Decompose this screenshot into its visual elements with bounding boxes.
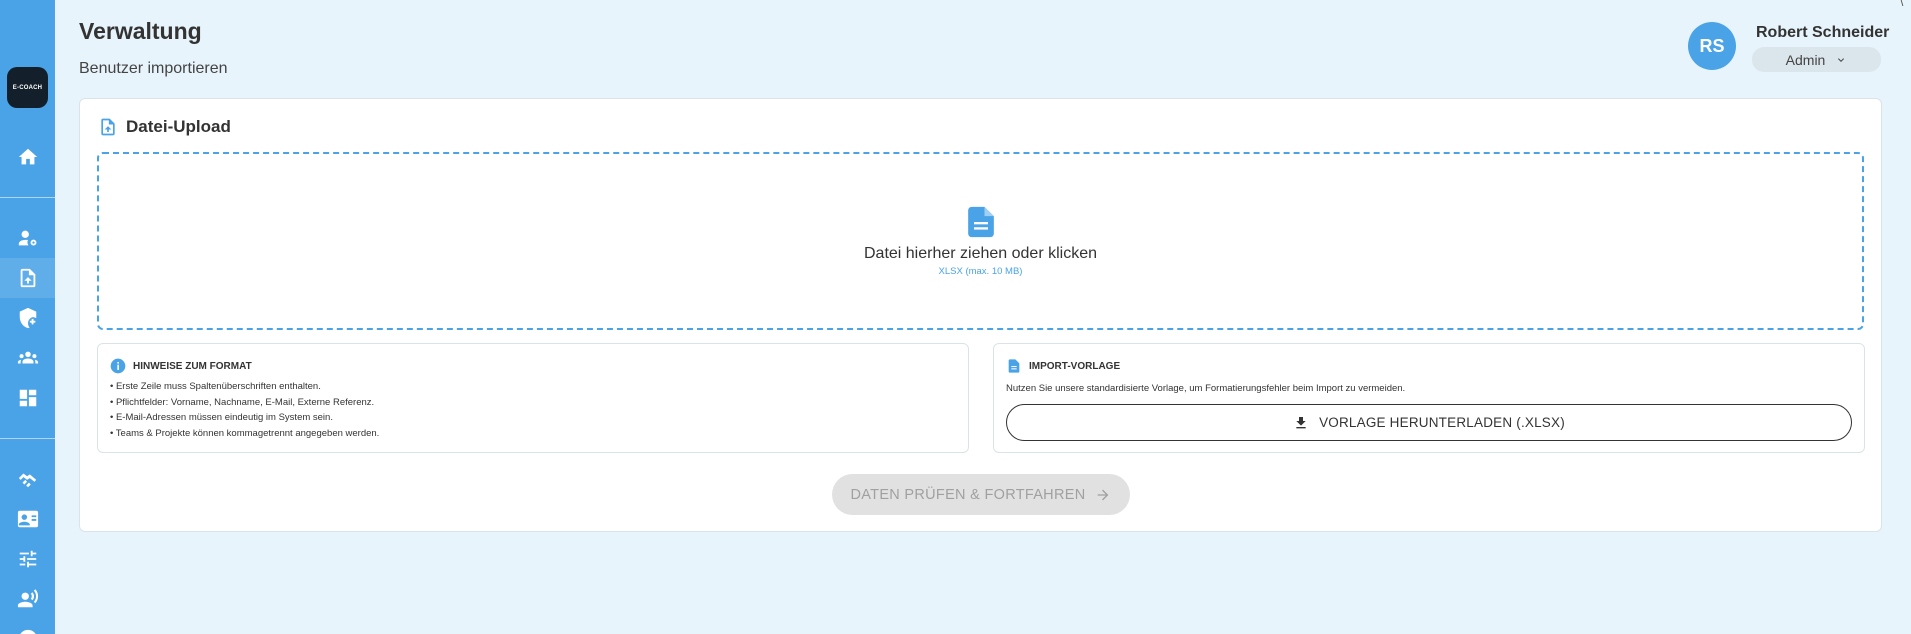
file-upload-icon [101, 118, 115, 136]
download-template-button[interactable]: VORLAGE HERUNTERLADEN (.XLSX) [1006, 404, 1852, 441]
sidebar-divider [0, 197, 55, 198]
format-hints-label: HINWEISE ZUM FORMAT [133, 360, 252, 372]
home-icon [18, 148, 37, 165]
submit-label: DATEN PRÜFEN & FORTFAHREN [850, 486, 1086, 503]
sidebar-item-settings[interactable] [0, 539, 55, 579]
dashboard-icon [19, 389, 36, 407]
user-settings-icon [18, 230, 36, 246]
sidebar-item-help[interactable] [0, 619, 55, 634]
import-template-description: Nutzen Sie unsere standardisierte Vorlag… [1006, 383, 1406, 394]
format-hints-list: • Erste Zeile muss Spaltenüberschriften … [110, 379, 379, 441]
list-item: • Pflichtfelder: Vorname, Nachname, E-Ma… [110, 396, 375, 408]
sidebar-item-user-settings[interactable] [0, 218, 55, 258]
sidebar-item-coaching[interactable] [0, 459, 55, 499]
dropzone-hint: XLSX (max. 10 MB) [938, 266, 1023, 277]
sidebar-item-roles[interactable] [0, 298, 55, 338]
sidebar-item-contacts[interactable] [0, 499, 55, 539]
file-upload-icon [20, 268, 35, 288]
page-title: Verwaltung [79, 18, 202, 44]
sidebar-divider [0, 438, 55, 439]
card-title-label: Datei-Upload [126, 117, 231, 136]
arrow-right-icon [1098, 489, 1109, 500]
download-template-label: VORLAGE HERUNTERLADEN (.XLSX) [1319, 415, 1565, 430]
app-logo[interactable]: E-COACH [7, 67, 48, 108]
card-title: Datei-Upload [98, 116, 231, 138]
role-select[interactable]: Admin [1752, 47, 1881, 72]
sidebar: E-COACH [0, 0, 55, 634]
page-subtitle: Benutzer importieren [79, 60, 228, 77]
avatar[interactable]: RS [1688, 22, 1736, 70]
role-select-value: Admin [1785, 51, 1826, 68]
list-item: • Erste Zeile muss Spaltenüberschriften … [110, 381, 321, 392]
chevron-down-icon [1838, 57, 1845, 62]
groups-icon [17, 351, 38, 364]
import-template-box: IMPORT-VORLAGE Nutzen Sie unsere standar… [993, 343, 1865, 453]
user-name: Robert Schneider [1756, 24, 1890, 41]
list-item: • E-Mail-Adressen müssen eindeutig im Sy… [110, 412, 333, 423]
window-corner-glyph: \ [1900, 0, 1904, 9]
format-hints-box: HINWEISE ZUM FORMAT • Erste Zeile muss S… [97, 343, 969, 453]
import-template-title: IMPORT-VORLAGE [1006, 358, 1120, 374]
file-icon [967, 206, 994, 238]
file-dropzone[interactable]: Datei hierher ziehen oder klicken XLSX (… [97, 152, 1864, 330]
sidebar-item-dashboard[interactable] [0, 378, 55, 418]
import-template-label: IMPORT-VORLAGE [1029, 360, 1121, 372]
speaker-person-icon [17, 589, 38, 608]
sidebar-item-communication[interactable] [0, 579, 55, 619]
sidebar-item-groups[interactable] [0, 338, 55, 378]
check-and-continue-button[interactable]: DATEN PRÜFEN & FORTFAHREN [832, 474, 1130, 515]
sidebar-item-user-import[interactable] [0, 258, 55, 298]
format-hints-title: HINWEISE ZUM FORMAT [110, 358, 252, 374]
sidebar-item-home[interactable] [0, 137, 55, 177]
tune-icon [19, 550, 36, 568]
document-icon [1008, 359, 1020, 373]
list-item: • Teams & Projekte können kommagetrennt … [110, 427, 380, 439]
info-icon [110, 358, 126, 374]
download-icon [1296, 416, 1306, 428]
shield-add-icon [19, 307, 36, 329]
handshake-icon [18, 473, 36, 488]
upload-card: Datei-Upload Datei hierher ziehen oder k… [79, 98, 1882, 532]
help-icon [19, 629, 36, 634]
dropzone-text: Datei hierher ziehen oder klicken [863, 245, 1097, 262]
contact-card-icon [17, 510, 38, 528]
